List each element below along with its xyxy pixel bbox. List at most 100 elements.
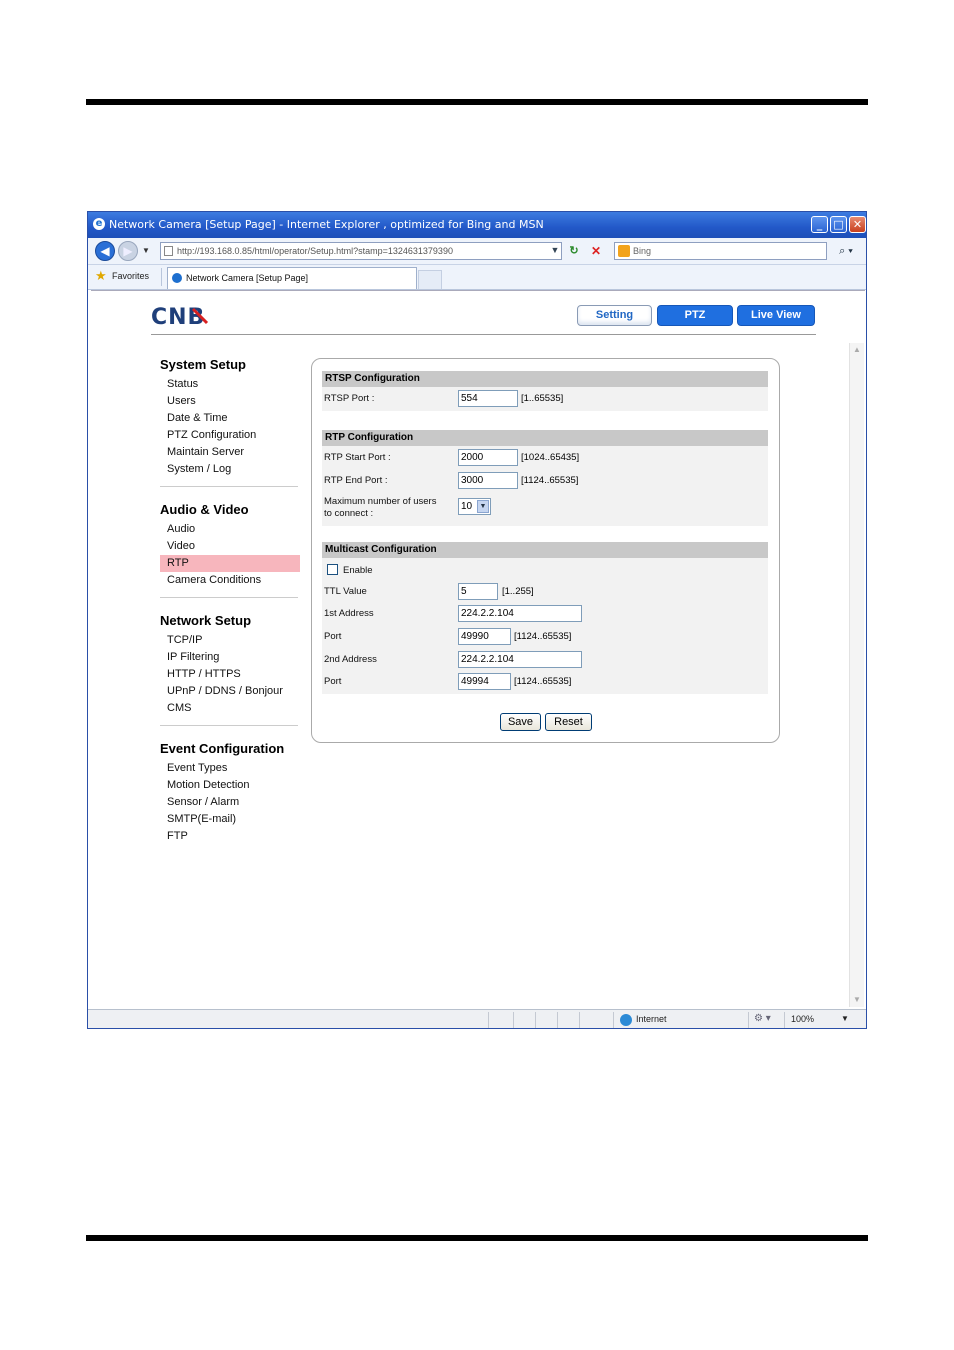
status-divider: [535, 1012, 536, 1028]
minimize-button[interactable]: _: [811, 216, 828, 233]
menu-item-date-time[interactable]: Date & Time: [160, 410, 300, 427]
max-users-label-line1: Maximum number of users: [324, 496, 437, 507]
zoom-level[interactable]: 100%: [791, 1014, 814, 1024]
browser-window: e Network Camera [Setup Page] - Internet…: [87, 211, 867, 1029]
multicast-enable-label: Enable: [343, 565, 373, 576]
scroll-down-icon[interactable]: ▼: [851, 994, 863, 1006]
reset-button[interactable]: Reset: [545, 713, 592, 731]
menu-heading-event: Event Configuration: [160, 741, 285, 756]
vertical-scrollbar[interactable]: ▲ ▼: [849, 343, 864, 1007]
tab-ie-icon: [172, 273, 182, 283]
menu-item-status[interactable]: Status: [160, 376, 300, 393]
back-icon[interactable]: ◀: [95, 241, 115, 261]
search-icon[interactable]: ⌕ ▾: [832, 242, 860, 260]
tab-live-view[interactable]: Live View: [737, 305, 815, 326]
rtp-end-port-input[interactable]: 3000: [458, 472, 518, 489]
menu-section-audio-video: Audio & Video Audio Video RTP Camera Con…: [160, 501, 300, 598]
menu-heading-audio-video: Audio & Video: [160, 502, 249, 517]
title-bar: e Network Camera [Setup Page] - Internet…: [88, 212, 866, 238]
page-bottom-rule: [86, 1235, 868, 1241]
menu-divider: [160, 725, 298, 726]
max-users-label-line2: to connect :: [324, 508, 374, 519]
status-divider: [488, 1012, 489, 1028]
port1-input[interactable]: 49990: [458, 628, 511, 645]
port2-label: Port: [324, 676, 342, 687]
menu-item-system-log[interactable]: System / Log: [160, 461, 300, 478]
tab-ptz[interactable]: PTZ: [657, 305, 733, 326]
rtp-start-port-range: [1024..65435]: [521, 452, 580, 463]
favorites-button[interactable]: Favorites: [112, 271, 149, 281]
menu-item-event-types[interactable]: Event Types: [160, 760, 300, 777]
search-placeholder: Bing: [633, 246, 652, 256]
port1-label: Port: [324, 631, 342, 642]
menu-section-event: Event Configuration Event Types Motion D…: [160, 740, 300, 845]
menu-divider: [160, 597, 298, 598]
rtp-section-body: RTP Start Port : 2000 [1024..65435] RTP …: [322, 446, 768, 526]
rtsp-section-header: RTSP Configuration: [322, 371, 768, 387]
menu-item-smtp-email[interactable]: SMTP(E-mail): [160, 811, 300, 828]
max-users-value: 10: [461, 501, 473, 512]
svg-text:CNB: CNB: [151, 305, 205, 327]
internet-zone-icon: [620, 1014, 632, 1026]
ttl-input[interactable]: 5: [458, 583, 498, 600]
menu-item-audio[interactable]: Audio: [160, 521, 300, 538]
refresh-icon[interactable]: ↻: [566, 243, 582, 259]
menu-item-sensor-alarm[interactable]: Sensor / Alarm: [160, 794, 300, 811]
url-input[interactable]: http://193.168.0.85/html/operator/Setup.…: [160, 242, 562, 260]
forward-icon[interactable]: ▶: [118, 241, 138, 261]
favorites-star-icon[interactable]: ★: [95, 269, 107, 283]
menu-item-ip-filtering[interactable]: IP Filtering: [160, 649, 300, 666]
status-divider: [613, 1012, 614, 1028]
favorites-bar: ★ Favorites Network Camera [Setup Page]: [88, 265, 866, 290]
rtp-end-port-range: [1124..65535]: [521, 475, 579, 486]
status-divider: [513, 1012, 514, 1028]
search-input[interactable]: Bing: [614, 242, 827, 260]
status-bar: Internet ⚙ ▾ 100% ▼: [88, 1009, 866, 1028]
first-address-input[interactable]: 224.2.2.104: [458, 605, 582, 622]
menu-item-cms[interactable]: CMS: [160, 700, 300, 717]
menu-item-rtp[interactable]: RTP: [160, 555, 300, 572]
stop-icon[interactable]: ✕: [588, 243, 604, 259]
rtp-section-header: RTP Configuration: [322, 430, 768, 446]
page-icon: [164, 246, 173, 256]
menu-item-tcp-ip[interactable]: TCP/IP: [160, 632, 300, 649]
scroll-up-icon[interactable]: ▲: [851, 344, 863, 356]
rtsp-section-body: RTSP Port : 554 [1..65535]: [322, 387, 768, 411]
browser-tab[interactable]: Network Camera [Setup Page]: [167, 267, 417, 289]
menu-item-video[interactable]: Video: [160, 538, 300, 555]
ttl-label: TTL Value: [324, 586, 367, 597]
save-button[interactable]: Save: [500, 713, 541, 731]
second-address-input[interactable]: 224.2.2.104: [458, 651, 582, 668]
bing-icon: [618, 245, 630, 257]
rtsp-port-input[interactable]: 554: [458, 390, 518, 407]
menu-item-motion-detection[interactable]: Motion Detection: [160, 777, 300, 794]
menu-item-ftp[interactable]: FTP: [160, 828, 300, 845]
multicast-enable-checkbox[interactable]: [327, 564, 338, 575]
menu-item-http-https[interactable]: HTTP / HTTPS: [160, 666, 300, 683]
port1-range: [1124..65535]: [514, 631, 572, 642]
nav-dropdown-icon[interactable]: ▼: [142, 246, 150, 255]
tab-title: Network Camera [Setup Page]: [186, 273, 309, 283]
port2-input[interactable]: 49994: [458, 673, 511, 690]
ie-icon: e: [93, 218, 105, 230]
protected-mode-icon[interactable]: ⚙ ▾: [754, 1013, 771, 1024]
menu-item-ptz-configuration[interactable]: PTZ Configuration: [160, 427, 300, 444]
close-button[interactable]: ✕: [849, 216, 866, 233]
sidebar-menu: System Setup Status Users Date & Time PT…: [160, 356, 300, 859]
menu-item-camera-conditions[interactable]: Camera Conditions: [160, 572, 300, 589]
maximize-button[interactable]: □: [830, 216, 847, 233]
menu-item-users[interactable]: Users: [160, 393, 300, 410]
rtp-end-port-label: RTP End Port :: [324, 475, 388, 486]
new-tab-button[interactable]: [418, 270, 442, 289]
rtp-config-panel: RTSP Configuration RTSP Port : 554 [1..6…: [311, 358, 780, 743]
zoom-dropdown-icon[interactable]: ▼: [841, 1014, 849, 1023]
status-divider: [557, 1012, 558, 1028]
max-users-select[interactable]: 10 ▼: [458, 498, 491, 515]
rtp-start-port-input[interactable]: 2000: [458, 449, 518, 466]
menu-item-maintain-server[interactable]: Maintain Server: [160, 444, 300, 461]
tab-setting[interactable]: Setting: [577, 305, 652, 326]
menu-item-upnp-ddns-bonjour[interactable]: UPnP / DDNS / Bonjour: [160, 683, 300, 700]
url-dropdown-icon[interactable]: ▼: [549, 243, 561, 258]
page-content: CNB Setting PTZ Live View System Setup S…: [91, 290, 865, 1011]
second-address-label: 2nd Address: [324, 654, 377, 665]
